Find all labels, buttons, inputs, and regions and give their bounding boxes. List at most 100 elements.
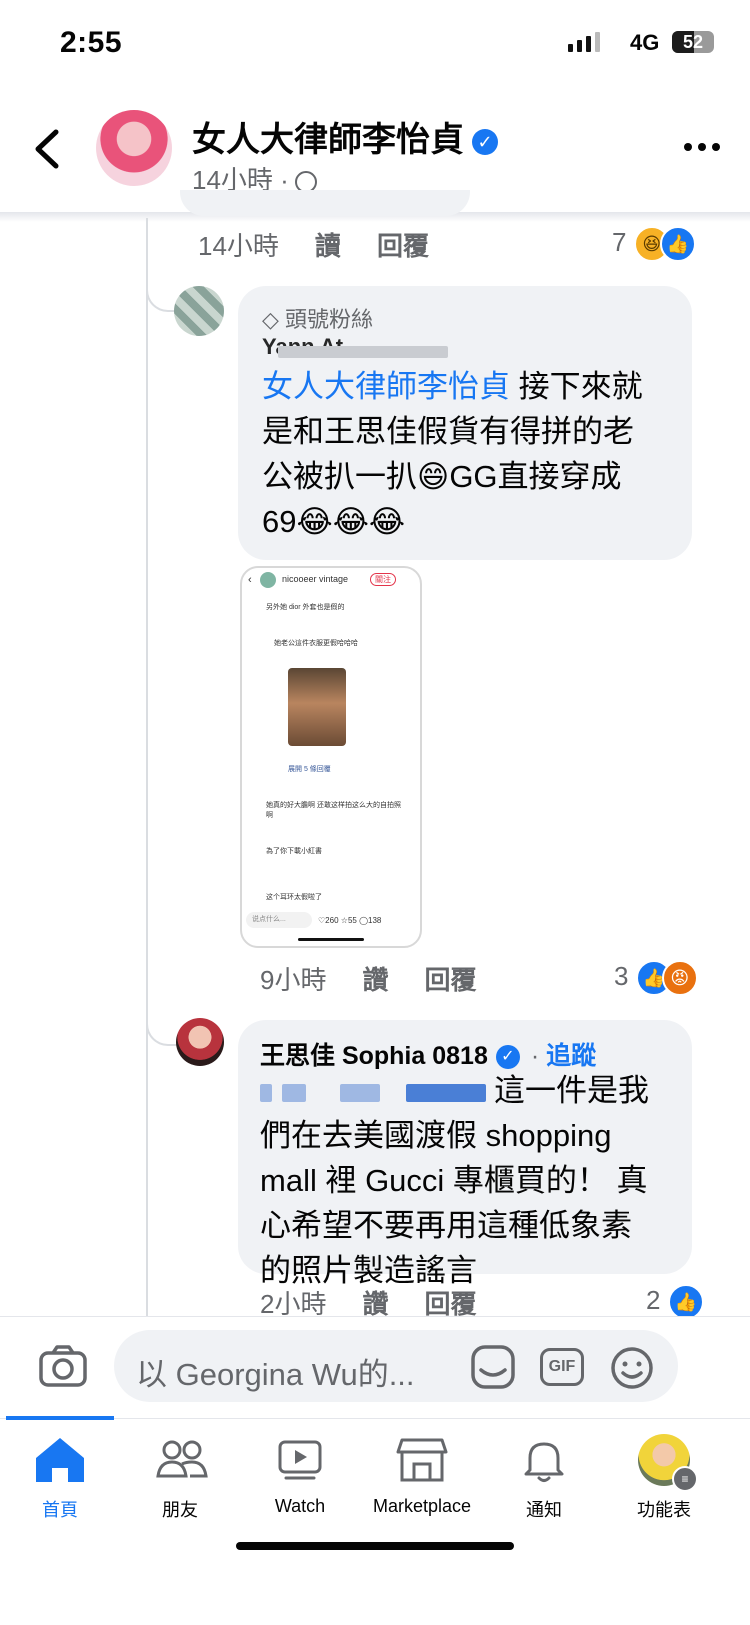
shot-line: 这个耳环太假啦了: [266, 894, 322, 901]
shop-avatar: [260, 572, 276, 588]
like-reaction-icon: 👍: [667, 1284, 704, 1320]
battery-percent: 52: [682, 32, 704, 52]
menu-avatar-icon: ≡: [604, 1432, 724, 1492]
comment-time: 14小時: [198, 231, 279, 261]
shot-counts: ♡260 ☆55 ◯138: [318, 916, 382, 925]
thread-line: [146, 218, 148, 1348]
page-mention[interactable]: 女人大律師李怡貞: [262, 369, 510, 404]
reaction-count: 3: [614, 960, 629, 991]
commenter-avatar[interactable]: [176, 1018, 224, 1066]
blur-mask: [340, 1083, 380, 1102]
comment-line: 們在去美國渡假 shopping: [260, 1118, 612, 1153]
comment-author[interactable]: Yann At: [262, 334, 562, 358]
comment-line: 心希望不要再用這種低象素: [260, 1208, 632, 1243]
shot-line: 她老公這件衣服更假哈哈哈: [274, 640, 358, 647]
prev-comment-actions: 14小時 讀 回覆: [198, 226, 429, 263]
shot-stars: 55: [347, 916, 357, 925]
like-button[interactable]: 讀: [315, 231, 341, 261]
comment-input-placeholder: 以 Georgina Wu的...: [136, 1357, 415, 1392]
comment-actions: 9小時 讚 回覆: [260, 960, 477, 997]
prev-reactions[interactable]: 7 😆 👍: [612, 226, 696, 262]
comment-line: 是和王思佳假貨有得拼的老: [262, 414, 634, 449]
tab-friends[interactable]: 朋友: [120, 1432, 240, 1520]
reaction-count: 2: [646, 1284, 661, 1315]
tab-label: Watch: [274, 1496, 326, 1516]
comment-author[interactable]: 王思佳 Sophia 0818 ✓ · 追蹤: [260, 1036, 596, 1072]
comment-reactions[interactable]: 3 👍 😡: [614, 960, 698, 996]
battery-icon: 52: [672, 31, 714, 53]
tab-notifications[interactable]: 通知: [484, 1432, 604, 1520]
tab-marketplace[interactable]: Marketplace: [362, 1432, 482, 1516]
badge-label: 頭號粉絲: [285, 307, 374, 332]
shop-account: nicooeer vintage: [282, 574, 349, 584]
more-options-icon[interactable]: [684, 143, 720, 151]
tab-menu[interactable]: ≡ 功能表: [604, 1432, 724, 1520]
comment-text: 這一件是我 們在去美國渡假 shopping mall 裡 Gucci 專櫃買的…: [260, 1068, 680, 1293]
comment-line: 接下來就: [518, 369, 643, 404]
like-reaction-icon: 👍: [659, 226, 696, 262]
tab-home[interactable]: 首頁: [0, 1432, 120, 1520]
gif-icon[interactable]: GIF: [540, 1348, 584, 1386]
blur-mask: [282, 1083, 306, 1102]
shot-comments: 138: [368, 916, 382, 925]
reply-button[interactable]: 回覆: [377, 231, 429, 261]
tab-label: 通知: [526, 1500, 562, 1520]
friends-icon: [156, 1440, 208, 1478]
angry-reaction-icon: 😡: [661, 960, 698, 996]
shot-home-bar: [298, 938, 364, 941]
follow-button[interactable]: 追蹤: [546, 1042, 596, 1070]
comment-line: mall 裡 Gucci 專櫃買的！ 真: [260, 1163, 648, 1198]
comment-time: 2小時: [260, 1289, 327, 1319]
shot-likes: 260: [325, 916, 339, 925]
blur-mask: [260, 1083, 272, 1102]
reply-button[interactable]: 回覆: [424, 965, 476, 995]
previous-comment-bubble: [180, 190, 470, 216]
camera-icon[interactable]: [38, 1344, 88, 1388]
comment-line: 69😂😂😂: [262, 504, 406, 539]
like-button[interactable]: 讚: [362, 965, 388, 995]
home-icon: [36, 1438, 84, 1482]
reaction-count: 7: [612, 226, 627, 257]
emoji-icon[interactable]: [610, 1346, 654, 1390]
page-avatar[interactable]: [96, 110, 172, 186]
blur-mask: [406, 1083, 486, 1102]
blur-mask: [278, 346, 448, 358]
tab-label: 朋友: [162, 1500, 198, 1520]
comment-time: 9小時: [260, 965, 327, 995]
sticker-icon[interactable]: [470, 1344, 516, 1390]
active-tab-indicator: [6, 1416, 114, 1420]
page-name[interactable]: 女人大律師李怡貞: [192, 121, 464, 159]
author-name[interactable]: 王思佳 Sophia 0818: [260, 1042, 488, 1070]
verified-badge-icon: ✓: [472, 129, 498, 156]
verified-badge-icon: ✓: [495, 1045, 520, 1070]
signal-icon: [568, 32, 600, 52]
top-fan-badge: ◇ 頭號粉絲: [262, 302, 373, 334]
attached-screenshot[interactable]: ‹ nicooeer vintage 關注 另外她 dior 外套也是假的 她老…: [240, 566, 422, 948]
watch-icon: [278, 1440, 322, 1480]
status-time: 2:55: [60, 26, 123, 59]
page-title[interactable]: 女人大律師李怡貞 ✓: [192, 112, 498, 161]
photo-thumbnail: [288, 668, 346, 746]
tab-label: Marketplace: [372, 1496, 472, 1516]
hamburger-icon: ≡: [672, 1466, 698, 1492]
diamond-icon: ◇: [262, 307, 279, 332]
follow-chip: 關注: [370, 573, 396, 586]
like-button[interactable]: 讚: [362, 1289, 388, 1319]
comment-line: 這一件是我: [494, 1073, 649, 1108]
back-arrow-icon[interactable]: [30, 126, 66, 172]
shot-line: 另外她 dior 外套也是假的: [266, 604, 345, 611]
comment-reactions[interactable]: 2 👍: [646, 1284, 704, 1320]
chevron-left-icon: ‹: [248, 574, 252, 586]
marketplace-icon: [396, 1438, 448, 1482]
home-indicator: [236, 1542, 514, 1550]
comment-line: 公被扒一扒😄GG直接穿成: [262, 459, 622, 494]
tab-label: 功能表: [637, 1500, 691, 1520]
comment-text: 女人大律師李怡貞 接下來就 是和王思佳假貨有得拼的老 公被扒一扒😄GG直接穿成 …: [262, 364, 682, 544]
reply-button[interactable]: 回覆: [424, 1289, 476, 1319]
tab-label: 首頁: [42, 1500, 78, 1520]
shot-expand: 展開 5 條回覆: [288, 766, 331, 773]
separator-dot: ·: [530, 1042, 540, 1070]
commenter-avatar[interactable]: [174, 286, 224, 336]
tab-watch[interactable]: Watch: [240, 1432, 360, 1516]
shot-line: 為了你下載小紅書: [266, 848, 322, 855]
